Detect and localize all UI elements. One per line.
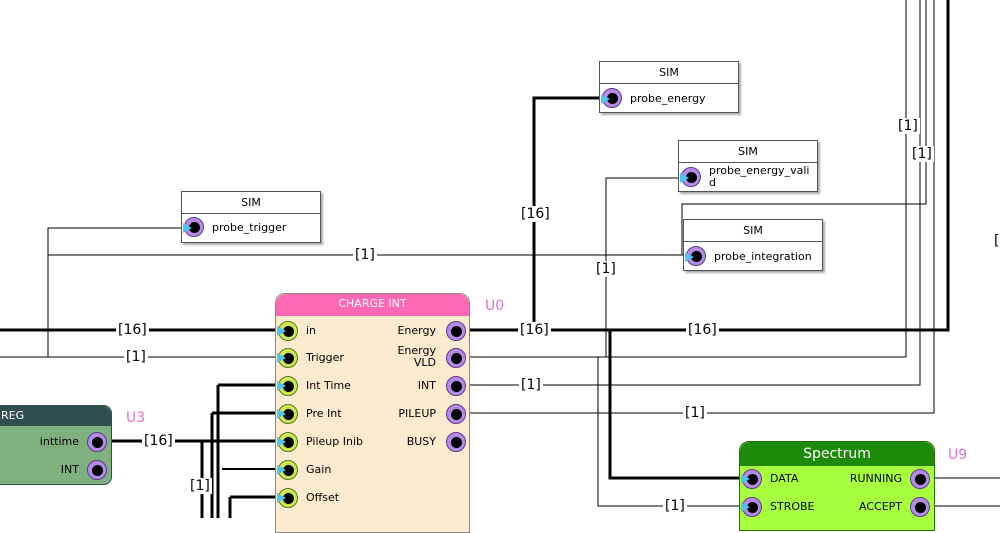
busy-label: BUSY (406, 435, 436, 448)
data-label: DATA (770, 472, 799, 485)
pileup-label: PILEUP (398, 407, 436, 420)
wire-label: [1] (594, 261, 618, 277)
sim-probe-integration-block[interactable]: SIM probe_integration (683, 219, 823, 271)
wire-label: [16] (518, 322, 551, 338)
pileup-inib-label: Pileup Inib (306, 435, 363, 448)
energy-label: Energy (397, 324, 436, 337)
bus-data-wire (608, 330, 742, 480)
energy-vld-label: Energy VLD (397, 344, 436, 369)
running-port[interactable] (910, 469, 930, 489)
energy-vld-port[interactable] (446, 348, 466, 368)
input-arrow-icon (680, 173, 689, 183)
strobe-wire (597, 357, 742, 507)
busy-port[interactable] (446, 432, 466, 452)
wire-label: [1] (910, 146, 934, 162)
pileup-port[interactable] (446, 404, 466, 424)
energy-port[interactable] (446, 321, 466, 341)
charge-int-title: CHARGE INT (276, 294, 469, 316)
wire-label: [16] (142, 433, 175, 449)
charge-int-block[interactable]: CHARGE INT in Trigger Int Time Pre Int P… (275, 293, 470, 533)
int-label: INT (417, 379, 436, 392)
bus-offset-wire (228, 495, 276, 518)
sim-port-label: probe_trigger (212, 221, 287, 234)
wire-label: [16] (519, 206, 552, 222)
int-port[interactable] (446, 376, 466, 396)
input-arrow-icon (277, 437, 286, 447)
input-arrow-icon (741, 474, 750, 484)
input-arrow-icon (183, 223, 192, 233)
bus-pre-int-wire (210, 411, 276, 518)
sim-header: SIM (182, 192, 320, 214)
sim-header: SIM (684, 220, 822, 242)
input-arrow-icon (741, 502, 750, 512)
inttime-label: inttime (39, 435, 79, 448)
wire-label: [1] (188, 478, 212, 494)
wire-label: [ (992, 233, 1000, 249)
wire-label: [1] (663, 498, 687, 514)
wire-label: [1] (519, 377, 543, 393)
reg-instance-label: U3 (126, 410, 146, 426)
input-arrow-icon (277, 353, 286, 363)
spectrum-title: Spectrum (740, 442, 934, 466)
reg-int-label: INT (60, 463, 79, 476)
wire-label: [1] (896, 118, 920, 134)
input-arrow-icon (277, 493, 286, 503)
sim-probe-energy-valid-block[interactable]: SIM probe_energy_vali d (678, 140, 818, 192)
strobe-label: STROBE (770, 500, 815, 513)
pre-int-label: Pre Int (306, 407, 342, 420)
wire-label: [1] (124, 349, 148, 365)
in-label: in (306, 324, 317, 337)
reg-int-port[interactable] (87, 460, 107, 480)
offset-label: Offset (306, 491, 340, 504)
inttime-port[interactable] (87, 432, 107, 452)
wire-label: [1] (353, 247, 377, 263)
input-arrow-icon (277, 465, 286, 475)
sim-port-label: probe_energy_vali d (709, 164, 810, 189)
sim-port-label: probe_integration (714, 250, 812, 263)
accept-port[interactable] (910, 497, 930, 517)
probe-trigger-wire (47, 227, 182, 357)
sim-probe-trigger-block[interactable]: SIM probe_trigger (181, 191, 321, 243)
trigger-label: Trigger (306, 351, 344, 364)
gain-label: Gain (306, 463, 332, 476)
reg-title: REG (0, 406, 111, 426)
int-time-label: Int Time (306, 379, 351, 392)
input-arrow-icon (277, 381, 286, 391)
accept-label: ACCEPT (859, 500, 902, 513)
input-arrow-icon (277, 326, 286, 336)
input-arrow-icon (685, 252, 694, 262)
wire-label: [1] (683, 405, 707, 421)
top-loop-wire (681, 0, 927, 255)
spectrum-instance-label: U9 (948, 447, 968, 463)
sim-port-label: probe_energy (630, 92, 706, 105)
input-arrow-icon (601, 94, 610, 104)
sim-probe-energy-block[interactable]: SIM probe_energy (599, 61, 739, 113)
wire-label: [16] (116, 322, 149, 338)
wire-label: [16] (686, 322, 719, 338)
charge-int-instance-label: U0 (485, 298, 505, 314)
reg-block[interactable]: REG inttime INT (0, 405, 112, 485)
sim-header: SIM (679, 141, 817, 163)
running-label: RUNNING (849, 472, 902, 485)
sim-header: SIM (600, 62, 738, 84)
input-arrow-icon (277, 409, 286, 419)
